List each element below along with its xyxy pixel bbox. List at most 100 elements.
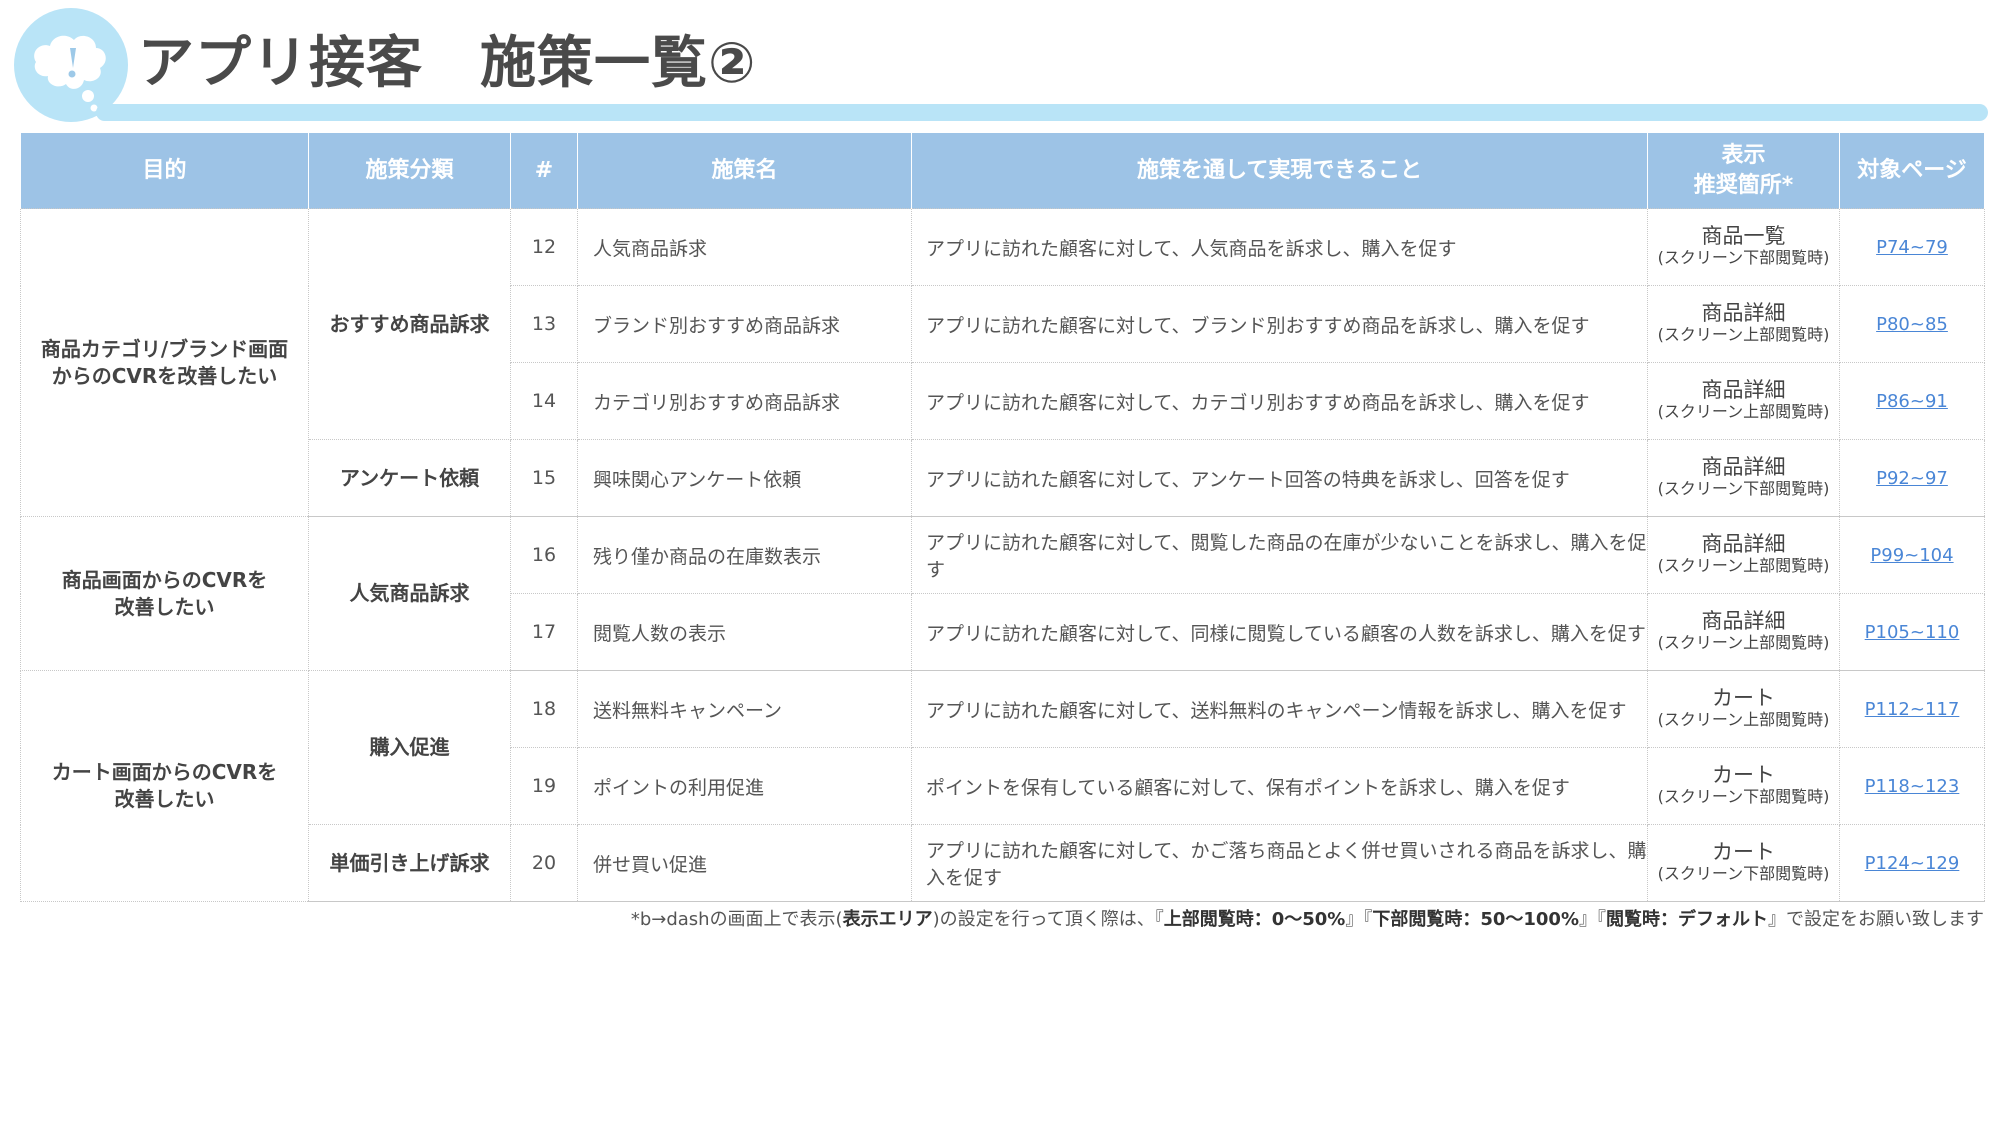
measure-number: 13 xyxy=(510,285,578,363)
display-area-note: (スクリーン下部閲覧時) xyxy=(1657,248,1830,267)
table-row: 単価引き上げ訴求 20 併せ買い促進 アプリに訪れた顧客に対して、かご落ち商品と… xyxy=(21,824,1985,902)
footnote-bold-top-view: 上部閲覧時：0～50% xyxy=(1163,909,1346,930)
measure-name: ブランド別おすすめ商品訴求 xyxy=(577,285,912,363)
category-cell: 人気商品訴求 xyxy=(308,516,511,671)
measure-name: 人気商品訴求 xyxy=(577,208,912,286)
page-link[interactable]: P74~79 xyxy=(1876,237,1948,258)
measure-number: 15 xyxy=(510,439,578,517)
category-cell: 購入促進 xyxy=(308,670,511,825)
column-header-area-line2: 推奨箇所* xyxy=(1693,172,1794,198)
page-cell: P105~110 xyxy=(1839,593,1985,671)
display-area: 商品詳細 xyxy=(1701,455,1786,479)
column-header-category: 施策分類 xyxy=(308,133,511,209)
measure-number: 20 xyxy=(510,824,578,902)
measure-name: 送料無料キャンペーン xyxy=(577,670,912,748)
page-cell: P74~79 xyxy=(1839,208,1985,286)
table-header-row: 目的 施策分類 # 施策名 施策を通して実現できること 表示 推奨箇所* 対象ペ… xyxy=(20,133,1985,209)
display-area-note: (スクリーン上部閲覧時) xyxy=(1657,633,1830,652)
footnote-bold-display-area: 表示エリア xyxy=(842,909,933,930)
table-row: 商品カテゴリ/ブランド画面 からのCVRを改善したい おすすめ商品訴求 12 人… xyxy=(20,208,1985,517)
page-link[interactable]: P118~123 xyxy=(1865,776,1960,797)
category-cell: アンケート依頼 xyxy=(308,439,511,517)
footnote-bold-default-view: 閲覧時：デフォルト xyxy=(1606,909,1768,930)
display-area: 商品詳細 xyxy=(1701,532,1786,556)
table-row: アンケート依頼 15 興味関心アンケート依頼 アプリに訪れた顧客に対して、アンケ… xyxy=(21,439,1985,517)
column-header-page: 対象ページ xyxy=(1839,133,1985,209)
measure-achieve: アプリに訪れた顧客に対して、ブランド別おすすめ商品を訴求し、購入を促す xyxy=(911,285,1648,363)
display-area-cell: カート (スクリーン下部閲覧時) xyxy=(1647,747,1840,825)
purpose-text-line1: 商品カテゴリ/ブランド画面 xyxy=(40,336,289,361)
page-cell: P99~104 xyxy=(1839,516,1985,594)
display-area-cell: カート (スクリーン上部閲覧時) xyxy=(1647,670,1840,748)
measure-number: 18 xyxy=(510,670,578,748)
measure-achieve: アプリに訪れた顧客に対して、送料無料のキャンペーン情報を訴求し、購入を促す xyxy=(911,670,1648,748)
purpose-cell: カート画面からのCVRを 改善したい xyxy=(20,670,309,902)
page-link[interactable]: P112~117 xyxy=(1865,699,1960,720)
display-area-cell: 商品詳細 (スクリーン上部閲覧時) xyxy=(1647,593,1840,671)
measure-name: 閲覧人数の表示 xyxy=(577,593,912,671)
measure-number: 19 xyxy=(510,747,578,825)
page-link[interactable]: P105~110 xyxy=(1865,622,1960,643)
purpose-text-line1: カート画面からのCVRを xyxy=(51,760,278,784)
display-area-cell: 商品詳細 (スクリーン下部閲覧時) xyxy=(1647,439,1840,517)
measure-achieve: アプリに訪れた顧客に対して、閲覧した商品の在庫が少ないことを訴求し、購入を促す xyxy=(911,516,1648,594)
display-area-note: (スクリーン上部閲覧時) xyxy=(1657,556,1830,575)
column-header-name: 施策名 xyxy=(577,133,912,209)
table-row: カート画面からのCVRを 改善したい 購入促進 18 送料無料キャンペーン アプ… xyxy=(20,670,1985,902)
page-link[interactable]: P99~104 xyxy=(1870,545,1953,566)
page-cell: P124~129 xyxy=(1839,824,1985,902)
footnote-text: )の設定を行って頂く際は、『 xyxy=(932,909,1164,930)
measure-achieve: アプリに訪れた顧客に対して、同様に閲覧している顧客の人数を訴求し、購入を促す xyxy=(911,593,1648,671)
measure-achieve: アプリに訪れた顧客に対して、かご落ち商品とよく併せ買いされる商品を訴求し、購入を… xyxy=(911,824,1648,902)
display-area-note: (スクリーン上部閲覧時) xyxy=(1657,402,1830,421)
purpose-text-line2: からのCVRを改善したい xyxy=(51,363,278,388)
measure-name: 興味関心アンケート依頼 xyxy=(577,439,912,517)
display-area-cell: 商品詳細 (スクリーン上部閲覧時) xyxy=(1647,362,1840,440)
category-cell: 単価引き上げ訴求 xyxy=(308,824,511,902)
measure-name: カテゴリ別おすすめ商品訴求 xyxy=(577,362,912,440)
measure-number: 16 xyxy=(510,516,578,594)
display-area: カート xyxy=(1712,686,1775,710)
footnote-text: *b→dashの画面上で表示( xyxy=(630,909,843,930)
page-cell: P112~117 xyxy=(1839,670,1985,748)
footnote: *b→dashの画面上で表示(表示エリア)の設定を行って頂く際は、『上部閲覧時：… xyxy=(631,905,1984,931)
column-header-purpose: 目的 xyxy=(20,133,309,209)
display-area-note: (スクリーン上部閲覧時) xyxy=(1657,710,1830,729)
column-header-area: 表示 推奨箇所* xyxy=(1647,133,1840,209)
measure-number: 17 xyxy=(510,593,578,671)
purpose-text-line2: 改善したい xyxy=(114,594,215,619)
display-area: 商品一覧 xyxy=(1701,224,1786,248)
page-link[interactable]: P124~129 xyxy=(1865,853,1960,874)
footnote-text: 』『 xyxy=(1579,909,1606,930)
column-header-number: # xyxy=(510,133,578,209)
display-area-note: (スクリーン下部閲覧時) xyxy=(1657,864,1830,883)
measure-name: 併せ買い促進 xyxy=(577,824,912,902)
display-area: 商品詳細 xyxy=(1701,301,1786,325)
title-underline-bar xyxy=(96,104,1988,121)
display-area-note: (スクリーン下部閲覧時) xyxy=(1657,787,1830,806)
purpose-cell: 商品画面からのCVRを 改善したい xyxy=(20,516,309,671)
measure-name: 残り僅か商品の在庫数表示 xyxy=(577,516,912,594)
measure-number: 14 xyxy=(510,362,578,440)
page-link[interactable]: P80~85 xyxy=(1876,314,1948,335)
measure-achieve: アプリに訪れた顧客に対して、カテゴリ別おすすめ商品を訴求し、購入を促す xyxy=(911,362,1648,440)
page-link[interactable]: P86~91 xyxy=(1876,391,1948,412)
measure-achieve: アプリに訪れた顧客に対して、人気商品を訴求し、購入を促す xyxy=(911,208,1648,286)
purpose-cell: 商品カテゴリ/ブランド画面 からのCVRを改善したい xyxy=(20,208,309,517)
column-header-achieve: 施策を通して実現できること xyxy=(911,133,1648,209)
display-area: 商品詳細 xyxy=(1701,378,1786,402)
page-title: アプリ接客 施策一覧② xyxy=(138,31,757,96)
display-area-cell: 商品詳細 (スクリーン上部閲覧時) xyxy=(1647,285,1840,363)
display-area-cell: 商品一覧 (スクリーン下部閲覧時) xyxy=(1647,208,1840,286)
display-area-cell: カート (スクリーン下部閲覧時) xyxy=(1647,824,1840,902)
purpose-text-line2: 改善したい xyxy=(114,787,215,811)
display-area-note: (スクリーン下部閲覧時) xyxy=(1657,479,1830,498)
page-link[interactable]: P92~97 xyxy=(1876,468,1948,489)
display-area: カート xyxy=(1712,763,1775,787)
column-header-area-line1: 表示 xyxy=(1721,142,1766,168)
display-area-note: (スクリーン上部閲覧時) xyxy=(1657,325,1830,344)
page-cell: P92~97 xyxy=(1839,439,1985,517)
measure-achieve: アプリに訪れた顧客に対して、アンケート回答の特典を訴求し、回答を促す xyxy=(911,439,1648,517)
display-area-cell: 商品詳細 (スクリーン上部閲覧時) xyxy=(1647,516,1840,594)
table-row: 商品画面からのCVRを 改善したい 人気商品訴求 16 残り僅か商品の在庫数表示… xyxy=(20,516,1985,671)
